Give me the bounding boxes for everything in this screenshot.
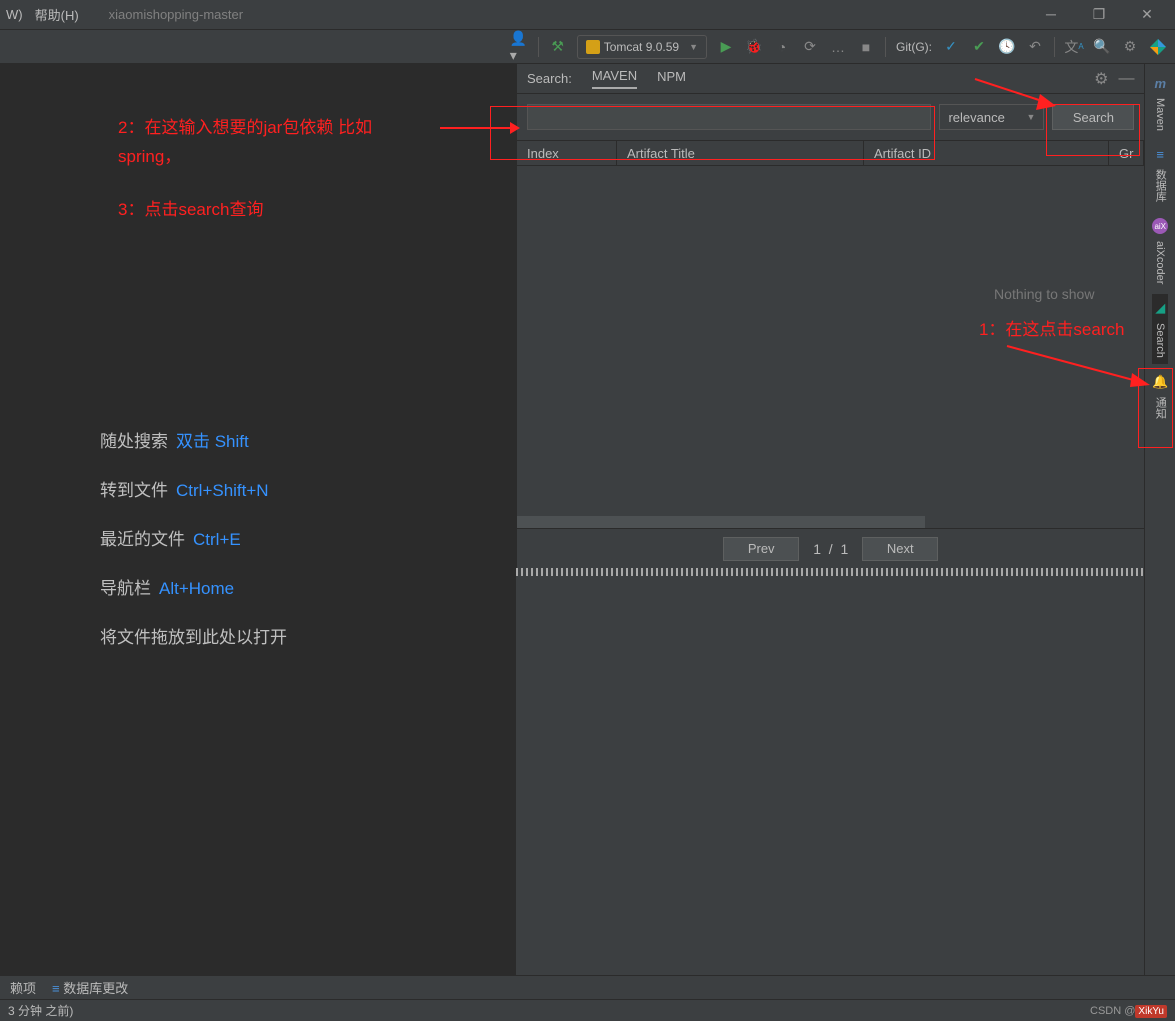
- nav-hint-search-everywhere: 随处搜索双击 Shift: [100, 427, 287, 452]
- annotation-step1: 1：在这点击search: [979, 316, 1124, 345]
- close-button[interactable]: ✕: [1137, 6, 1157, 23]
- pager: Prev 1 / 1 Next: [517, 528, 1144, 568]
- nothing-to-show: Nothing to show: [994, 286, 1094, 302]
- run-icon[interactable]: ▶: [717, 38, 735, 56]
- maven-icon: m: [1154, 76, 1166, 91]
- tab-maven[interactable]: MAVEN: [592, 68, 637, 89]
- bell-icon: 🔔: [1152, 374, 1168, 390]
- navigation-hints: 随处搜索双击 Shift 转到文件Ctrl+Shift+N 最近的文件Ctrl+…: [100, 427, 287, 672]
- run-config-select[interactable]: Tomcat 9.0.59 ▼: [577, 35, 707, 59]
- chevron-down-icon: ▼: [689, 42, 698, 52]
- sidebar-item-search[interactable]: ◢ Search: [1152, 294, 1168, 364]
- sort-value: relevance: [948, 110, 1004, 125]
- minimize-button[interactable]: ─: [1041, 6, 1061, 23]
- next-button[interactable]: Next: [862, 537, 938, 561]
- nav-hint-drop: 将文件拖放到此处以打开: [100, 623, 287, 648]
- prev-button[interactable]: Prev: [723, 537, 799, 561]
- search-button[interactable]: Search: [1052, 104, 1134, 130]
- col-index[interactable]: Index: [517, 141, 617, 165]
- tomcat-icon: [586, 40, 600, 54]
- nav-hint-goto-file: 转到文件Ctrl+Shift+N: [100, 476, 287, 501]
- bottom-item-db-changes[interactable]: ≡ 数据库更改: [52, 978, 128, 997]
- debug-icon[interactable]: 🐞: [745, 38, 763, 56]
- git-label: Git(G):: [896, 40, 932, 54]
- chevron-down-icon: ▼: [1027, 112, 1036, 122]
- empty-panel: [516, 576, 1144, 975]
- sidebar-item-aixcoder[interactable]: aiX aiXcoder: [1150, 212, 1170, 290]
- search-label: Search:: [527, 71, 572, 86]
- gear-icon[interactable]: ⚙: [1094, 69, 1108, 89]
- search-tool-icon: ◢: [1155, 300, 1165, 316]
- nav-hint-recent-files: 最近的文件Ctrl+E: [100, 525, 287, 550]
- settings-icon[interactable]: ⚙: [1121, 38, 1139, 56]
- watermark: CSDN @XikYu: [1090, 1005, 1167, 1017]
- search-panel: Search: MAVEN NPM ⚙ — relevance ▼ Search…: [516, 64, 1144, 568]
- run-config-label: Tomcat 9.0.59: [604, 40, 679, 54]
- window-controls: ─ ❐ ✕: [1041, 6, 1169, 23]
- translate-icon[interactable]: 文A: [1065, 38, 1083, 56]
- sidebar-item-notifications[interactable]: 🔔 通知: [1150, 368, 1170, 425]
- annotation-step3: 3：点击search查询: [118, 196, 263, 225]
- project-name: xiaomishopping-master: [109, 7, 243, 22]
- minimize-panel-icon[interactable]: —: [1118, 70, 1134, 88]
- scrollbar-thumb[interactable]: [517, 516, 925, 528]
- right-tool-sidebar: m Maven ≡ 数据库 aiX aiXcoder ◢ Search 🔔 通知: [1144, 64, 1175, 975]
- results-table-header: Index Artifact Title Artifact ID Gr: [517, 140, 1144, 166]
- git-history-icon[interactable]: 🕓: [998, 38, 1016, 56]
- sort-select[interactable]: relevance ▼: [939, 104, 1044, 130]
- hammer-icon[interactable]: ⚒: [549, 38, 567, 56]
- annotation-step2: 2：在这输入想要的jar包依赖 比如 spring，: [118, 114, 372, 172]
- editor-empty-pane: 2：在这输入想要的jar包依赖 比如 spring， 3：点击search查询 …: [0, 64, 516, 975]
- plugin-icon[interactable]: [1149, 38, 1167, 56]
- status-bar: 3 分钟 之前) CSDN @XikYu: [0, 999, 1175, 1021]
- nav-hint-navbar: 导航栏Alt+Home: [100, 574, 287, 599]
- arrow-step1-icon: [1002, 341, 1152, 391]
- database-icon: ≡: [1156, 147, 1164, 162]
- user-icon[interactable]: 👤▾: [510, 38, 528, 56]
- bottom-tool-bar: 赖项 ≡ 数据库更改: [0, 975, 1175, 999]
- main-toolbar: 👤▾ ⚒ Tomcat 9.0.59 ▼ ▶ 🐞 ◔ ⟳ … ■ Git(G):…: [0, 30, 1175, 64]
- col-artifact-id[interactable]: Artifact ID: [864, 141, 1109, 165]
- search-input[interactable]: [527, 104, 931, 130]
- search-header: Search: MAVEN NPM ⚙ —: [517, 64, 1144, 94]
- results-table-body: Nothing to show 1：在这点击search: [517, 166, 1144, 516]
- tab-npm[interactable]: NPM: [657, 69, 686, 88]
- resize-handle[interactable]: [516, 568, 1144, 576]
- col-artifact-title[interactable]: Artifact Title: [617, 141, 864, 165]
- maximize-button[interactable]: ❐: [1089, 6, 1109, 23]
- aixcoder-icon: aiX: [1152, 218, 1168, 234]
- sidebar-item-database[interactable]: ≡ 数据库: [1150, 141, 1170, 208]
- separator: [1054, 37, 1055, 57]
- main-area: 2：在这输入想要的jar包依赖 比如 spring， 3：点击search查询 …: [0, 64, 1175, 975]
- col-group[interactable]: Gr: [1109, 141, 1144, 165]
- page-indicator: 1 / 1: [813, 541, 848, 557]
- git-commit-icon[interactable]: ✔: [970, 38, 988, 56]
- menu-help[interactable]: 帮助(H): [35, 5, 79, 24]
- profile-icon[interactable]: ⟳: [801, 38, 819, 56]
- coverage-icon[interactable]: ◔: [773, 38, 791, 56]
- git-rollback-icon[interactable]: ↶: [1026, 38, 1044, 56]
- search-row: relevance ▼ Search: [517, 94, 1144, 140]
- search-icon[interactable]: 🔍: [1093, 38, 1111, 56]
- git-update-icon[interactable]: ✓: [942, 38, 960, 56]
- titlebar: W) 帮助(H) xiaomishopping-master ─ ❐ ✕: [0, 0, 1175, 30]
- status-left: 3 分钟 之前): [8, 1002, 73, 1019]
- menu-truncated: W): [6, 7, 23, 22]
- search-tool-window: Search: MAVEN NPM ⚙ — relevance ▼ Search…: [516, 64, 1144, 975]
- sidebar-item-maven[interactable]: m Maven: [1152, 70, 1168, 137]
- arrow-step2-icon: [440, 114, 520, 144]
- separator: [538, 37, 539, 57]
- attach-icon[interactable]: …: [829, 38, 847, 56]
- bottom-item-dependencies[interactable]: 赖项: [10, 978, 36, 997]
- stop-icon[interactable]: ■: [857, 38, 875, 56]
- horizontal-scrollbar[interactable]: [517, 516, 1144, 528]
- separator: [885, 37, 886, 57]
